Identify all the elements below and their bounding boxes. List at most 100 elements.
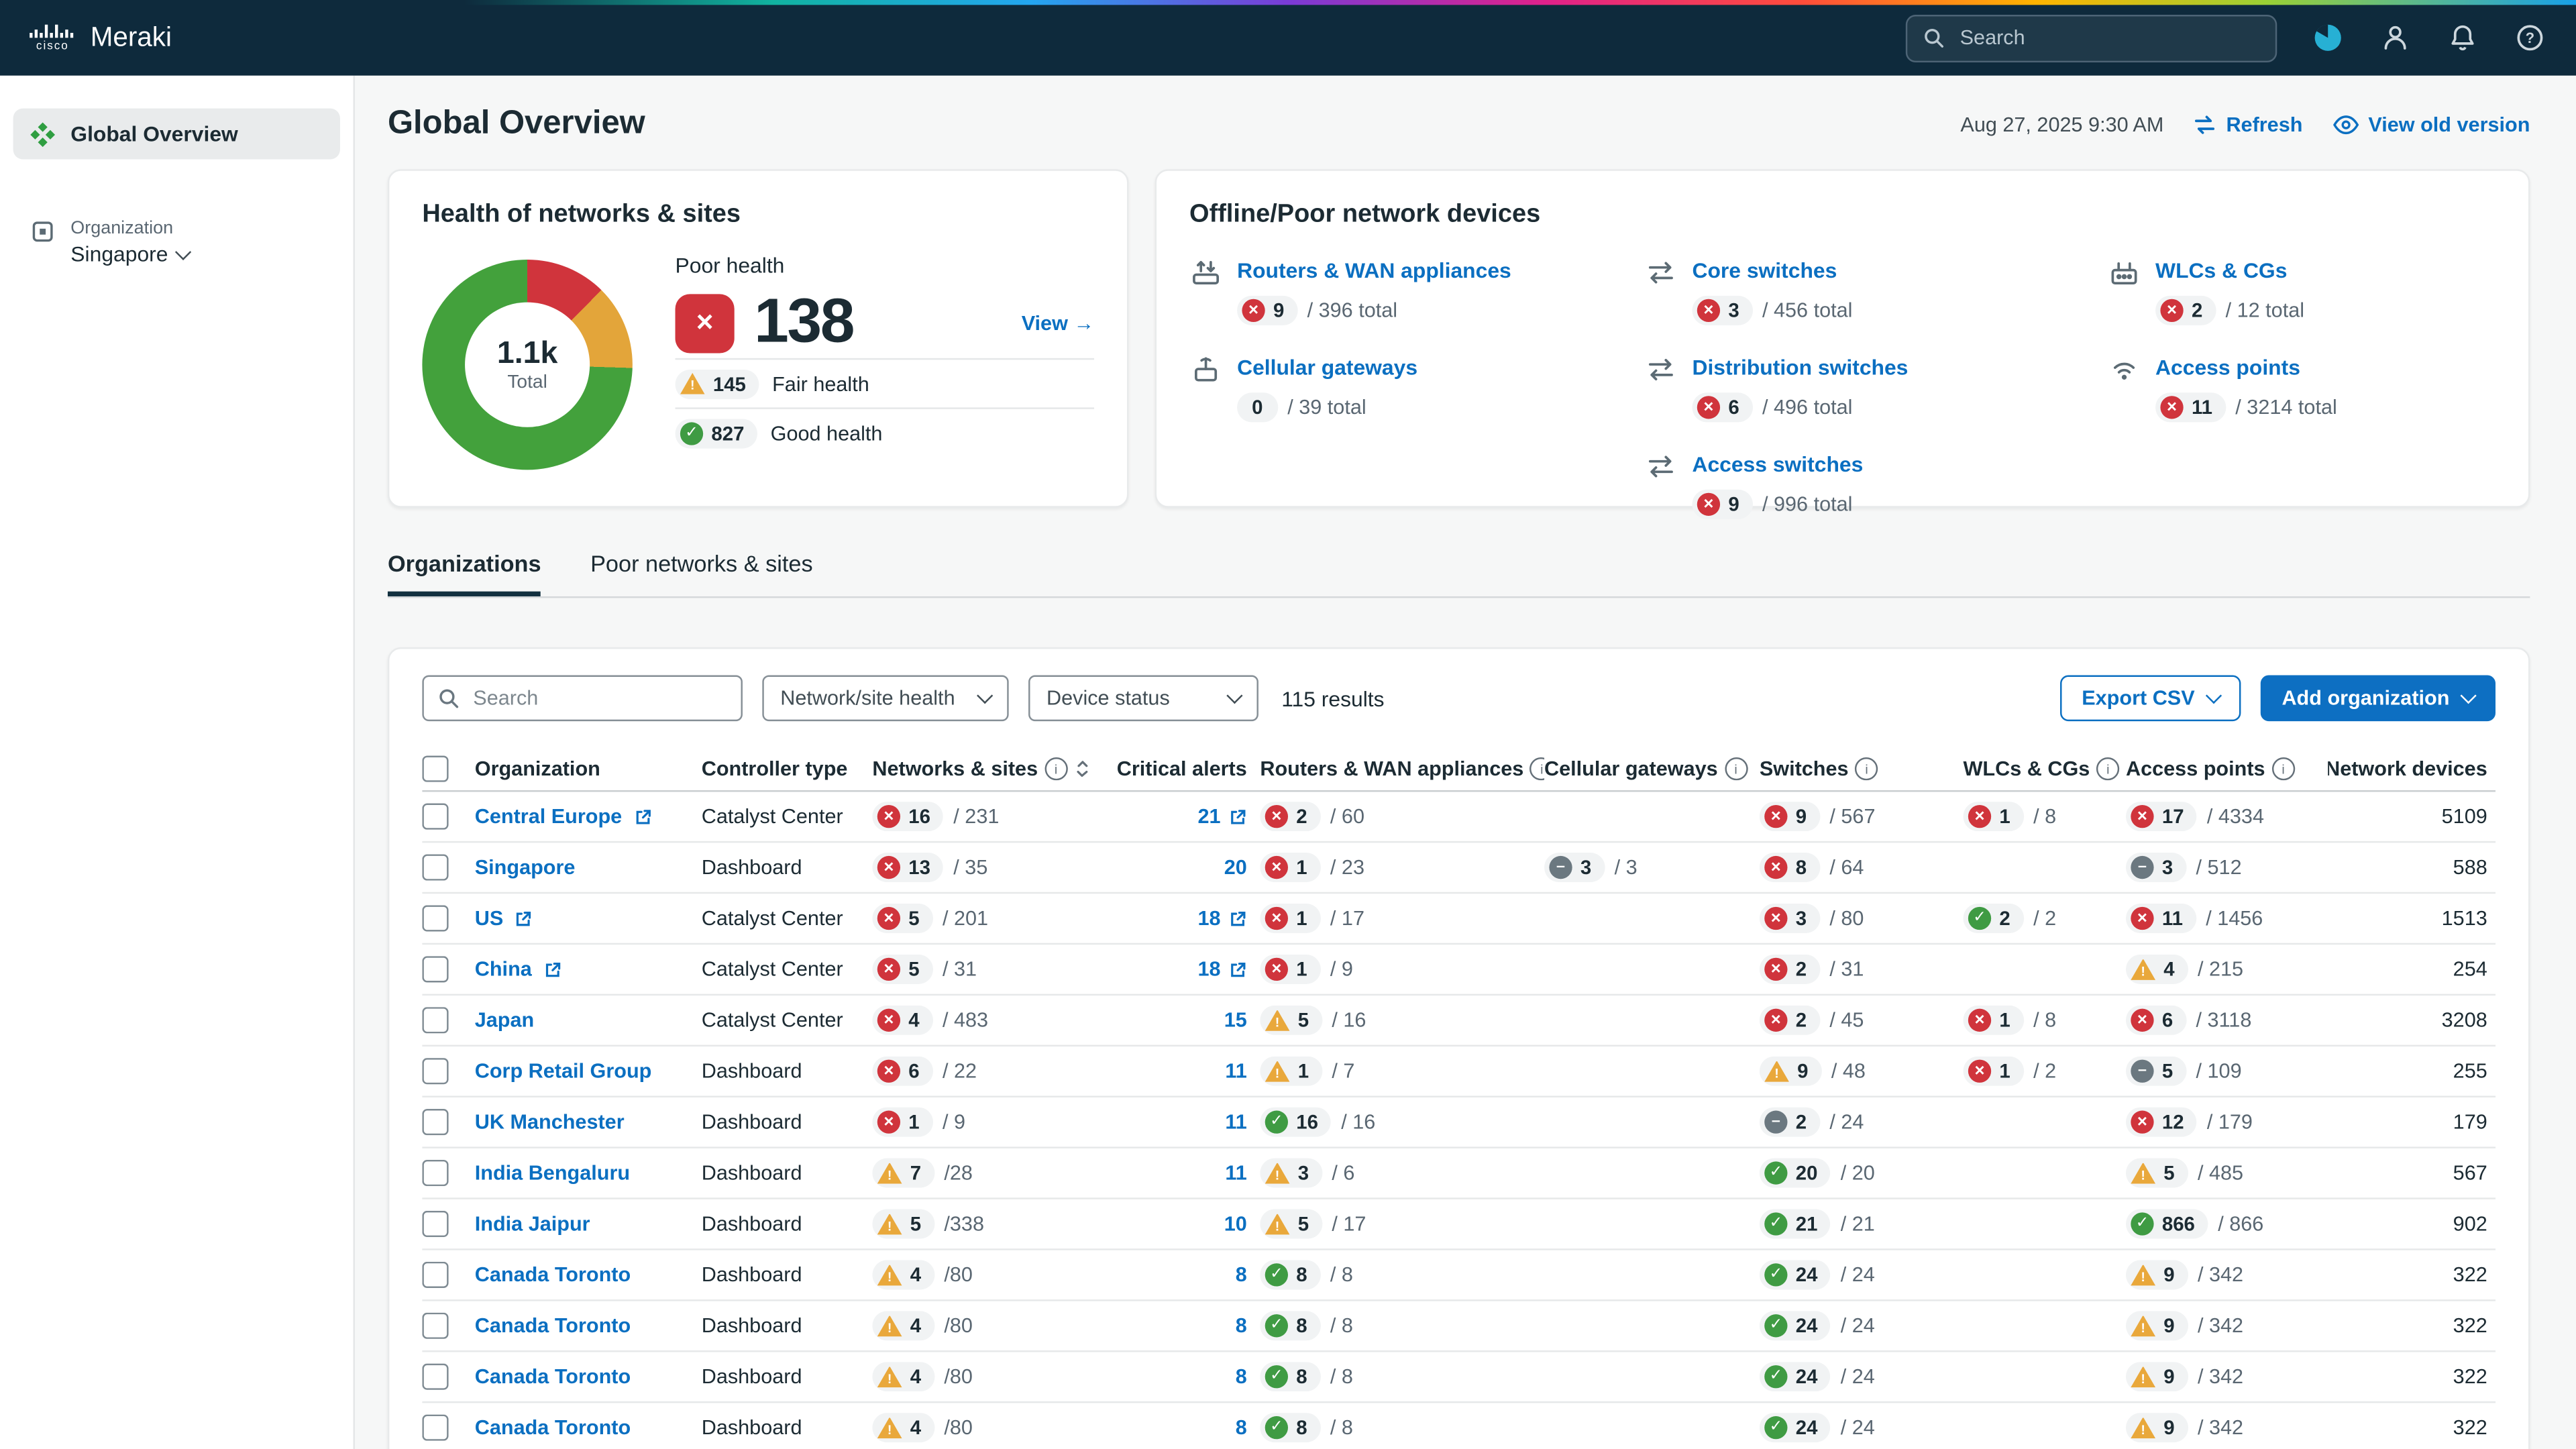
account-icon[interactable] [2379, 21, 2412, 54]
table-row: India Jaipur Dashboard ! 5/338 10 ! 5 / 17 ✓ 21 / … [422, 1199, 2496, 1250]
row-checkbox[interactable] [422, 1159, 449, 1187]
critical-icon: × [1764, 1008, 1788, 1032]
total-count: / 483 [942, 1008, 989, 1032]
device-category-link[interactable]: Core switches [1692, 258, 1837, 282]
row-checkbox[interactable] [422, 1363, 449, 1390]
organization-link[interactable]: India Jaipur [475, 1212, 590, 1235]
critical-alerts-link[interactable]: 8 [1236, 1263, 1247, 1286]
info-icon[interactable]: i [2271, 757, 2295, 781]
cellular-icon [1189, 354, 1222, 386]
networks-sites-cell: × 4 / 483 [872, 1005, 1106, 1035]
status-badge: ✓ 8 [1260, 1362, 1321, 1392]
row-checkbox[interactable] [422, 956, 449, 983]
total-count: / 3118 [2196, 1008, 2252, 1032]
view-old-version-link[interactable]: View old version [2332, 113, 2530, 136]
organization-link[interactable]: UK Manchester [475, 1111, 625, 1134]
info-icon[interactable]: i [1530, 757, 1545, 781]
organization-link[interactable]: China [475, 958, 532, 981]
row-checkbox[interactable] [422, 803, 449, 830]
row-checkbox[interactable] [422, 854, 449, 881]
info-icon[interactable]: i [1724, 757, 1748, 781]
device-category-link[interactable]: Access switches [1692, 451, 1863, 476]
critical-alerts-link[interactable]: 18 [1198, 907, 1221, 930]
total-count: / 485 [2197, 1161, 2244, 1185]
notifications-icon[interactable] [2447, 21, 2479, 54]
tab-organizations[interactable]: Organizations [387, 550, 541, 596]
table-search-input[interactable] [470, 685, 728, 712]
view-poor-health-link[interactable]: View → [1022, 311, 1094, 334]
global-search-input[interactable] [1956, 24, 2261, 51]
row-checkbox[interactable] [422, 1109, 449, 1136]
organization-link[interactable]: Central Europe [475, 805, 622, 828]
row-checkbox[interactable] [422, 1261, 449, 1289]
critical-alerts-link[interactable]: 8 [1236, 1365, 1247, 1388]
critical-alerts-link[interactable]: 20 [1224, 856, 1247, 879]
total-count: / 64 [1829, 855, 1864, 879]
row-checkbox[interactable] [422, 1210, 449, 1238]
status-badge: × 3 [1759, 903, 1820, 934]
row-checkbox[interactable] [422, 1312, 449, 1339]
row-checkbox[interactable] [422, 1414, 449, 1441]
select-all-checkbox[interactable] [422, 755, 449, 782]
refresh-button[interactable]: Refresh [2193, 113, 2302, 136]
critical-alerts-link[interactable]: 8 [1236, 1416, 1247, 1439]
sort-icon[interactable] [1074, 759, 1090, 778]
critical-icon: × [2131, 1110, 2154, 1134]
status-badge: ✓ 24 [1759, 1311, 1831, 1341]
add-organization-button[interactable]: Add organization [2260, 675, 2496, 722]
device-status-filter[interactable]: Device status [1028, 675, 1258, 722]
critical-icon: × [877, 805, 901, 828]
total-count: / 8 [2033, 805, 2057, 828]
info-icon[interactable]: i [1044, 757, 1068, 781]
status-badge: × 1 [1260, 954, 1321, 984]
organization-link[interactable]: Canada Toronto [475, 1416, 631, 1439]
critical-alerts-link[interactable]: 18 [1198, 958, 1221, 981]
switches-cell: ! 9 / 48 [1759, 1056, 1964, 1086]
device-category-link[interactable]: Distribution switches [1692, 355, 1908, 380]
device-category-link[interactable]: Access points [2155, 355, 2300, 380]
organization-link[interactable]: India Bengaluru [475, 1161, 630, 1184]
table-search[interactable] [422, 675, 743, 722]
critical-icon: × [877, 1008, 901, 1032]
organization-link[interactable]: Corp Retail Group [475, 1060, 652, 1083]
info-icon[interactable]: i [2096, 757, 2120, 781]
sidebar-item-global-overview[interactable]: Global Overview [13, 108, 340, 160]
critical-alerts-link[interactable]: 15 [1224, 1009, 1247, 1032]
row-checkbox[interactable] [422, 1058, 449, 1085]
export-csv-button[interactable]: Export CSV [2060, 675, 2241, 722]
organization-link[interactable]: Canada Toronto [475, 1314, 631, 1337]
meraki-logo[interactable]: cisco Meraki [30, 22, 172, 54]
organization-link[interactable]: Canada Toronto [475, 1263, 631, 1286]
organization-link[interactable]: Japan [475, 1009, 535, 1032]
health-donut-chart[interactable]: 1.1k Total [422, 259, 633, 470]
tab-poor-networks-sites[interactable]: Poor networks & sites [590, 550, 813, 596]
info-icon[interactable]: i [1855, 757, 1878, 781]
network-site-health-filter[interactable]: Network/site health [762, 675, 1009, 722]
device-category-link[interactable]: Routers & WAN appliances [1237, 258, 1511, 282]
total-count: /80 [944, 1416, 973, 1440]
critical-alerts-link[interactable]: 11 [1225, 1111, 1246, 1134]
organization-switcher[interactable]: Organization Singapore [0, 219, 354, 266]
total-count: / 109 [2196, 1059, 2242, 1083]
row-checkbox[interactable] [422, 1007, 449, 1034]
status-badge: ! 4 [872, 1413, 934, 1443]
critical-icon: × [1265, 855, 1289, 879]
help-icon[interactable]: ? [2514, 21, 2546, 54]
organization-link[interactable]: US [475, 907, 504, 930]
ok-icon: ✓ [2131, 1212, 2154, 1236]
organization-link[interactable]: Canada Toronto [475, 1365, 631, 1388]
row-checkbox[interactable] [422, 905, 449, 932]
critical-alerts-link[interactable]: 21 [1198, 805, 1221, 828]
critical-alerts-link[interactable]: 11 [1225, 1060, 1246, 1083]
critical-alerts-link[interactable]: 8 [1236, 1314, 1247, 1337]
device-category-link[interactable]: Cellular gateways [1237, 355, 1417, 380]
global-search[interactable] [1905, 13, 2277, 62]
network-devices-cell: 255 [2453, 1059, 2487, 1083]
critical-alerts-link[interactable]: 10 [1224, 1212, 1247, 1235]
device-category-link[interactable]: WLCs & CGs [2155, 258, 2287, 282]
organization-link[interactable]: Singapore [475, 856, 576, 879]
routers-wan-cell: ! 5 / 17 [1260, 1209, 1544, 1239]
status-badge: × 1 [1260, 903, 1321, 934]
critical-alerts-link[interactable]: 11 [1225, 1161, 1246, 1184]
usage-meter-icon[interactable] [2312, 21, 2345, 54]
